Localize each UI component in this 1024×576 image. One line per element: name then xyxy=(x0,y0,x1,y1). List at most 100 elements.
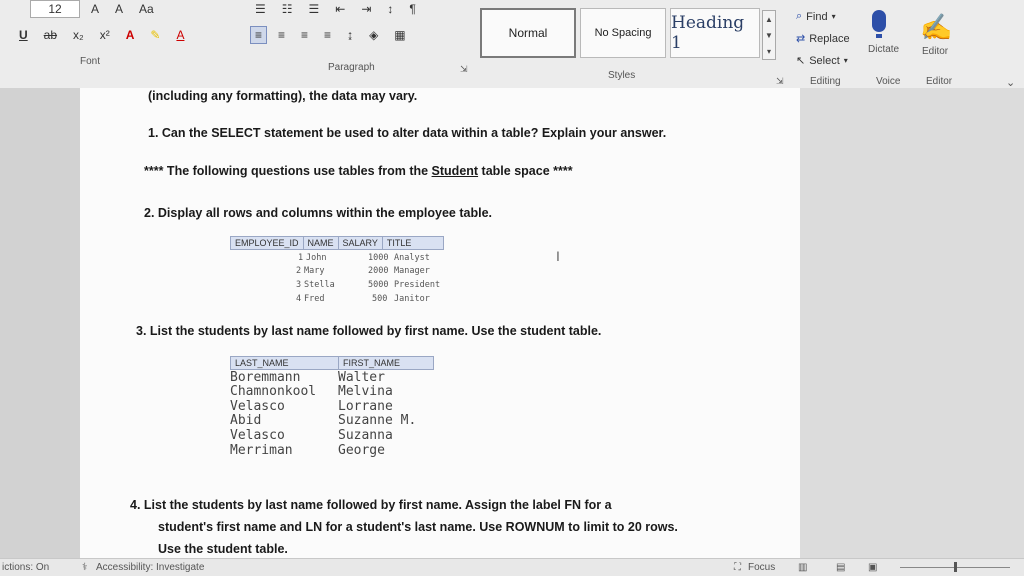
align-left-icon[interactable]: ≡ xyxy=(250,26,268,44)
question-3: 3. List the students by last name follow… xyxy=(136,324,602,338)
question-4-line-2: student's first name and LN for a studen… xyxy=(158,520,678,534)
table-cell: Chamnonkool xyxy=(230,384,317,399)
read-mode-icon[interactable]: ▥ xyxy=(798,562,807,573)
editing-group-label: Editing xyxy=(810,76,841,87)
table-cell: Janitor xyxy=(394,294,430,304)
table-cell: 1000 xyxy=(368,253,389,263)
left-margin xyxy=(0,88,80,558)
paragraph-launcher-icon[interactable]: ⇲ xyxy=(460,64,468,75)
styles-group-label: Styles xyxy=(608,70,636,81)
microphone-base xyxy=(876,34,882,38)
table-cell: Stella xyxy=(304,280,335,290)
table-cell: Analyst xyxy=(394,253,430,263)
table-cell: Merriman xyxy=(230,443,293,458)
paragraph-group-label: Paragraph xyxy=(328,62,375,73)
superscript-button[interactable]: x² xyxy=(95,26,115,44)
note-link: Student xyxy=(431,164,479,178)
ribbon: 12 A A Aa U ab x₂ x² A ✎ A Font ☰ ☷ ☰ ⇤ … xyxy=(0,0,1024,90)
paragraph-row-1: ☰ ☷ ☰ ⇤ ⇥ ↕ ¶ xyxy=(250,0,421,18)
multilevel-icon[interactable]: ☰ xyxy=(304,0,325,18)
table-cell: Velasco xyxy=(230,428,285,443)
editor-pen-icon[interactable]: ✍ xyxy=(920,12,952,43)
note-text: **** The following questions use tables … xyxy=(144,164,573,178)
table-cell: 2000 xyxy=(368,266,389,276)
note-start: **** The following questions use tables … xyxy=(144,164,432,178)
table-cell: 500 xyxy=(372,294,388,304)
style-no-spacing[interactable]: No Spacing xyxy=(580,8,666,58)
subscript-button[interactable]: x₂ xyxy=(68,26,89,44)
numbering-icon[interactable]: ☷ xyxy=(277,0,298,18)
dictate-button[interactable]: Dictate xyxy=(868,44,899,55)
grow-font-button[interactable]: A xyxy=(86,0,104,18)
shading-icon[interactable]: ◈ xyxy=(364,26,383,44)
editor-button[interactable]: Editor xyxy=(922,46,948,57)
col-header: NAME xyxy=(304,237,339,249)
chevron-down-icon[interactable]: ▼ xyxy=(765,31,773,40)
table-cell: 4 xyxy=(296,294,302,304)
borders-icon[interactable]: ▦ xyxy=(389,26,410,44)
style-heading-1[interactable]: Heading 1 xyxy=(670,8,760,58)
highlight-icon[interactable]: ✎ xyxy=(145,26,165,44)
more-icon[interactable]: ▾ xyxy=(767,47,771,56)
focus-button[interactable]: Focus xyxy=(748,562,775,573)
replace-icon: ⇄ xyxy=(796,33,806,45)
col-header: FIRST_NAME xyxy=(343,358,401,368)
change-case-button[interactable]: Aa xyxy=(134,0,159,18)
voice-group-label: Voice xyxy=(876,76,901,87)
table-cell: Melvina xyxy=(338,384,393,399)
select-button[interactable]: ↖ Select ▾ xyxy=(796,54,848,68)
document-page[interactable] xyxy=(80,88,800,558)
underline-button[interactable]: U xyxy=(14,26,33,44)
align-right-icon[interactable]: ≡ xyxy=(296,26,313,44)
style-normal[interactable]: Normal xyxy=(480,8,576,58)
note-end: table space **** xyxy=(478,164,573,178)
table-cell: 2 xyxy=(296,266,302,276)
replace-label: Replace xyxy=(809,32,850,45)
pilcrow-icon[interactable]: ¶ xyxy=(404,0,420,18)
text-cursor-icon: I xyxy=(556,248,560,264)
align-center-icon[interactable]: ≡ xyxy=(273,26,290,44)
table-cell: Mary xyxy=(304,266,325,276)
table-cell: Velasco xyxy=(230,399,285,414)
table-cell: Manager xyxy=(394,266,430,276)
find-button[interactable]: ⌕ Find ▾ xyxy=(796,10,836,23)
strikethrough-button[interactable]: ab xyxy=(39,26,62,44)
focus-icon: ⛶ xyxy=(734,562,741,573)
col-header: LAST_NAME xyxy=(231,357,339,369)
zoom-slider-handle[interactable] xyxy=(954,562,957,572)
table-cell: Suzanna xyxy=(338,428,393,443)
styles-scroll[interactable]: ▲ ▼ ▾ xyxy=(762,10,776,60)
chevron-up-icon[interactable]: ▲ xyxy=(765,15,773,24)
font-color-button[interactable]: A xyxy=(171,26,189,44)
chevron-down-icon: ▾ xyxy=(831,12,836,21)
microphone-icon[interactable] xyxy=(872,10,886,32)
replace-button[interactable]: ⇄ Replace xyxy=(796,32,850,46)
indent-icon[interactable]: ⇤ xyxy=(330,0,350,18)
intro-text: (including any formatting), the data may… xyxy=(148,89,418,103)
search-icon: ⌕ xyxy=(796,10,803,22)
sort-icon[interactable]: ↕ xyxy=(382,0,398,18)
font-size-select[interactable]: 12 xyxy=(30,0,80,18)
print-layout-icon[interactable]: ▤ xyxy=(836,562,845,573)
shrink-font-button[interactable]: A xyxy=(110,0,128,18)
web-layout-icon[interactable]: ▣ xyxy=(868,562,877,573)
bullets-icon[interactable]: ☰ xyxy=(250,0,271,18)
text-effects-button[interactable]: A xyxy=(121,26,140,44)
predictions-status[interactable]: ictions: On xyxy=(2,562,49,573)
outdent-icon[interactable]: ⇥ xyxy=(356,0,376,18)
col-header: EMPLOYEE_ID xyxy=(231,237,304,249)
table-cell: 5000 xyxy=(368,280,389,290)
table-cell: George xyxy=(338,443,385,458)
table-cell: Lorrane xyxy=(338,399,393,414)
paragraph-row-2: ≡ ≡ ≡ ≡ ↨ ◈ ▦ xyxy=(250,26,411,44)
col-header: SALARY xyxy=(339,237,383,249)
line-spacing-icon[interactable]: ↨ xyxy=(342,26,358,44)
student-table-header: LAST_NAME FIRST_NAME xyxy=(230,356,434,370)
editor-group-label: Editor xyxy=(926,76,953,87)
styles-launcher-icon[interactable]: ⇲ xyxy=(776,76,784,87)
find-label: Find xyxy=(806,10,828,23)
table-cell: Abid xyxy=(230,413,262,428)
col-header: TITLE xyxy=(386,238,412,248)
justify-icon[interactable]: ≡ xyxy=(319,26,336,44)
accessibility-status[interactable]: Accessibility: Investigate xyxy=(96,562,204,573)
